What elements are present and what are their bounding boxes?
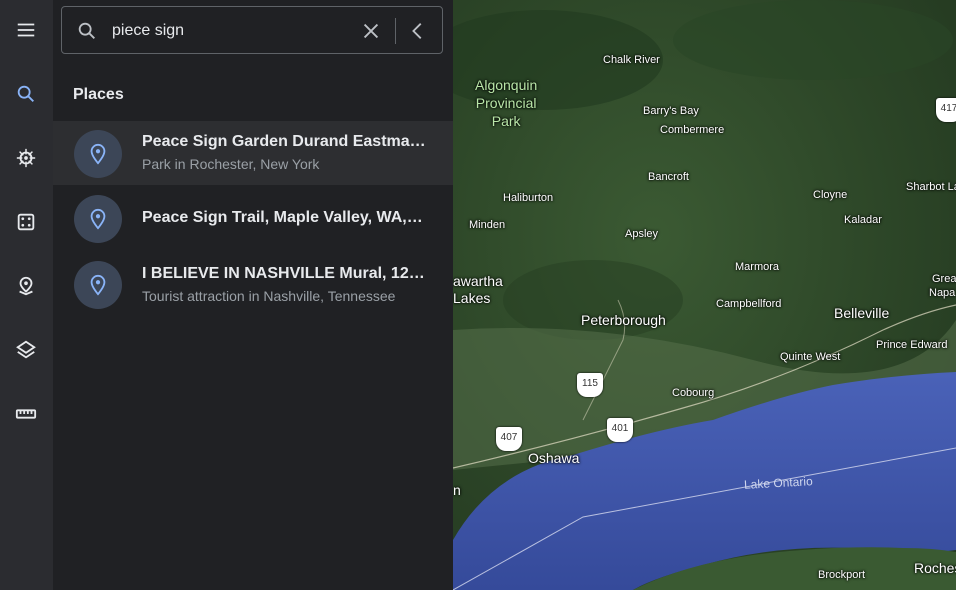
highway-shield: 115 xyxy=(577,373,603,397)
search-panel: Places Peace Sign Garden Durand Eastman … xyxy=(53,0,453,590)
search-button[interactable] xyxy=(6,74,46,114)
map-label: Campbellford xyxy=(716,298,782,310)
place-result[interactable]: Peace Sign Garden Durand Eastman Beach P… xyxy=(53,121,453,185)
measure-button[interactable] xyxy=(6,394,46,434)
location-pin-icon xyxy=(90,143,106,165)
place-marker xyxy=(74,130,122,178)
map-label: awartha xyxy=(453,273,503,289)
map-label: Park xyxy=(491,113,521,129)
map-label: Quinte West xyxy=(780,351,841,363)
map-label: Algonquin xyxy=(475,77,538,93)
map-label: Roches xyxy=(914,560,956,576)
search-divider xyxy=(395,18,396,44)
feeling-lucky-icon xyxy=(17,213,35,231)
map-label: Prince Edward xyxy=(876,339,948,351)
map-style-button[interactable] xyxy=(6,330,46,370)
search-icon xyxy=(78,22,95,39)
place-marker xyxy=(74,261,122,309)
location-pin-icon xyxy=(90,208,106,230)
clear-icon[interactable] xyxy=(360,20,382,42)
place-result[interactable]: Peace Sign Trail, Maple Valley, WA, USA xyxy=(53,186,453,250)
projects-button[interactable] xyxy=(6,266,46,306)
map-label-park: Algonquin Provincial Park xyxy=(475,76,537,130)
place-title: Peace Sign Trail, Maple Valley, WA, USA xyxy=(142,209,427,226)
place-marker xyxy=(74,195,122,243)
highway-shield: 401 xyxy=(607,418,633,442)
place-result[interactable]: I BELIEVE IN NASHVILLE Mural, 12th Avenu… xyxy=(53,252,453,316)
map-label: Sharbot Lak xyxy=(906,181,956,193)
map-label: Minden xyxy=(469,219,506,231)
satellite-map[interactable]: Chalk River Algonquin Provincial Park Ba… xyxy=(453,0,956,590)
map-label: Combermere xyxy=(660,124,725,136)
place-title: Peace Sign Garden Durand Eastman Beach xyxy=(142,133,427,150)
map-label: Provincial xyxy=(475,95,537,111)
map-style-icon xyxy=(16,340,36,359)
map-label: Peterborough xyxy=(581,312,666,328)
map-label: Haliburton xyxy=(503,192,554,204)
search-input[interactable] xyxy=(110,15,344,47)
voyager-icon xyxy=(16,148,36,168)
map-label: Kaladar xyxy=(844,214,882,226)
map-label: Marmora xyxy=(735,261,780,273)
menu-button[interactable] xyxy=(6,10,46,50)
search-icon xyxy=(17,85,34,102)
map-label: Cobourg xyxy=(672,387,715,399)
left-rail xyxy=(0,0,54,590)
map-label: Apsley xyxy=(625,228,659,240)
map-label: n xyxy=(453,482,461,498)
map-label: Belleville xyxy=(834,305,890,321)
measure-icon xyxy=(15,409,37,419)
map-label: Cloyne xyxy=(813,189,848,201)
menu-icon xyxy=(17,23,35,37)
location-pin-icon xyxy=(90,274,106,296)
projects-icon xyxy=(19,276,33,296)
map-label: Napa xyxy=(929,287,956,299)
place-subtitle: Park in Rochester, New York xyxy=(142,156,320,172)
map-label: Grea xyxy=(932,273,956,285)
map-label: Lakes xyxy=(453,290,491,306)
place-title: I BELIEVE IN NASHVILLE Mural, 12th Avenu… xyxy=(142,265,427,282)
map-label: Barry's Bay xyxy=(643,105,699,117)
place-subtitle: Tourist attraction in Nashville, Tenness… xyxy=(142,288,396,304)
places-heading: Places xyxy=(73,86,124,103)
highway-shield: 417 xyxy=(936,98,956,122)
map-label: Bancroft xyxy=(648,171,689,183)
search-box xyxy=(61,6,443,54)
feeling-lucky-button[interactable] xyxy=(6,202,46,242)
map-label: Oshawa xyxy=(528,450,580,466)
map-label: Chalk River xyxy=(603,54,660,66)
chevron-left-icon[interactable] xyxy=(407,20,429,42)
highway-shield: 407 xyxy=(496,427,522,451)
map-label: Brockport xyxy=(818,569,866,581)
voyager-button[interactable] xyxy=(6,138,46,178)
